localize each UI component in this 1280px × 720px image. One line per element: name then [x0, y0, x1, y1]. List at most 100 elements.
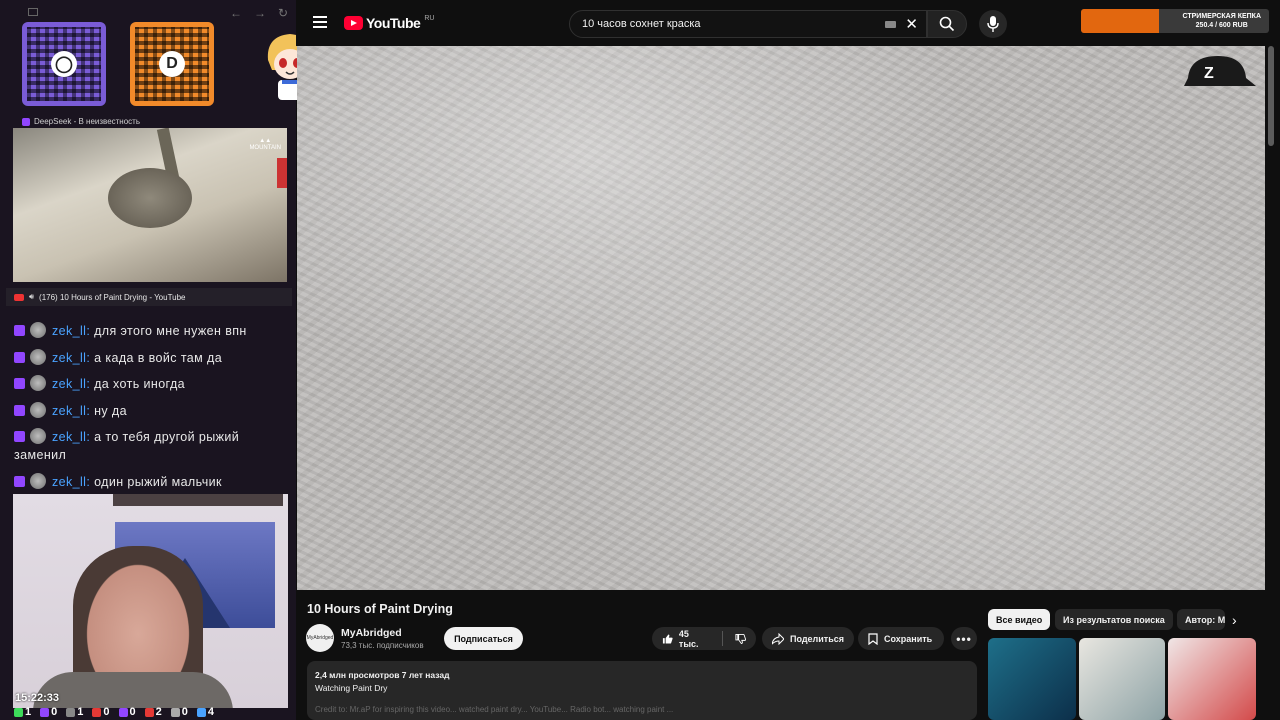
user-avatar — [30, 375, 46, 391]
chat-text: ну да — [90, 403, 127, 418]
stat-value: 1 — [25, 706, 32, 718]
user-avatar — [30, 401, 46, 418]
related-video-thumbnail[interactable] — [1168, 638, 1256, 720]
like-dislike-group: 45 тыс. — [652, 627, 756, 650]
chat-username[interactable]: zek_ll: — [52, 475, 90, 489]
video-player[interactable] — [297, 46, 1265, 590]
stat-icon — [118, 707, 128, 717]
user-avatar — [30, 472, 46, 489]
chip-all-videos[interactable]: Все видео — [988, 609, 1051, 630]
channel-name[interactable]: MyAbridged — [341, 627, 402, 639]
stat-item: 1 — [14, 706, 31, 718]
video-title: 10 Hours of Paint Drying — [307, 602, 453, 616]
qr-code-boosty: ◯ — [22, 22, 106, 106]
search-value: 10 часов сохнет краска — [582, 18, 701, 30]
svg-text:Z: Z — [1204, 65, 1214, 82]
chip-from-search[interactable]: Из результатов поиска — [1055, 609, 1173, 630]
youtube-logo[interactable]: YouTube RU — [344, 15, 434, 31]
stat-item: 0 — [92, 706, 110, 718]
donation-goal-fill — [1081, 9, 1160, 33]
chip-by-author[interactable]: Автор: MyAbridged — [1177, 609, 1225, 630]
donation-goal-bar: СТРИМЕРСКАЯ КЕПКА 250.4 / 600 RUB — [1081, 9, 1269, 33]
paint-drying-preview: ▲▲ MOUNTAIN — [13, 128, 287, 282]
webcam-feed — [13, 494, 288, 708]
stat-icon — [196, 707, 206, 717]
youtube-mini-icon — [14, 293, 24, 301]
save-button[interactable]: Сохранить — [858, 627, 944, 650]
related-video-thumbnail[interactable] — [988, 638, 1076, 720]
now-playing-bar: 🔊︎ (176) 10 Hours of Paint Drying - YouT… — [6, 288, 292, 306]
microphone-icon — [987, 16, 999, 32]
stat-item: 2 — [144, 706, 162, 718]
subscriber-badge-icon — [14, 351, 25, 363]
chat-text: один рыжий мальчик — [90, 474, 222, 489]
chat-message: zek_ll: а када в войс там да — [14, 348, 290, 367]
chat-text: для этого мне нужен впн — [90, 324, 247, 338]
chat-username[interactable]: zek_ll: — [52, 430, 90, 444]
qr-code-donationalerts: D — [130, 22, 214, 106]
mountain-logo: ▲▲ MOUNTAIN — [249, 138, 281, 151]
voice-search-button[interactable] — [979, 10, 1007, 38]
stat-icon — [92, 707, 102, 717]
stat-value: 0 — [181, 706, 188, 718]
stream-overlay-panel: ←→↻ ◯ D DeepSeek - В неизвестность ▲▲ MOU… — [0, 0, 313, 720]
chat-message: zek_ll: для этого мне нужен впн — [14, 322, 290, 340]
chevron-right-icon[interactable]: › — [1232, 612, 1237, 628]
user-avatar — [30, 322, 46, 338]
user-avatar — [30, 428, 46, 444]
share-button[interactable]: Поделиться — [762, 627, 854, 650]
chat-username[interactable]: zek_ll: — [52, 377, 90, 391]
related-video-thumbnail[interactable] — [1079, 638, 1165, 720]
subscriber-badge-icon — [14, 475, 25, 487]
youtube-play-icon — [344, 16, 363, 30]
more-actions-button[interactable]: ••• — [951, 627, 977, 650]
keyboard-icon[interactable] — [885, 21, 896, 28]
subscriber-badge-icon — [14, 378, 25, 389]
chat-message: zek_ll: а то тебя другой рыжий заменил — [14, 428, 290, 464]
chat-username[interactable]: zek_ll: — [52, 351, 90, 365]
speaker-icon: 🔊︎ — [29, 292, 35, 301]
donation-goal-progress: 250.4 / 600 RUB — [1195, 22, 1248, 29]
stat-item: 1 — [66, 706, 83, 718]
streamer-cap-image: Z — [1184, 56, 1256, 86]
bookmark-icon — [868, 632, 878, 645]
chat-username[interactable]: zek_ll: — [52, 404, 90, 418]
window-icon — [28, 8, 38, 16]
stat-icon — [66, 707, 76, 717]
qr-logo-left: ◯ — [51, 51, 77, 77]
browser-nav-icons: ←→↻ — [230, 6, 301, 20]
stat-item: 0 — [170, 706, 188, 718]
stream-clock: 15:22:33 — [15, 692, 60, 704]
screen: ←→↻ ◯ D DeepSeek - В неизвестность ▲▲ MOU… — [0, 0, 1280, 720]
chat-username[interactable]: zek_ll: — [52, 324, 90, 338]
stat-value: 1 — [77, 706, 84, 718]
subscriber-badge-icon — [14, 404, 25, 416]
chat-message: zek_ll: ну да — [14, 401, 290, 420]
search-icon — [939, 16, 955, 32]
thumbs-up-icon[interactable] — [662, 633, 673, 645]
stat-item: 0 — [118, 706, 136, 718]
stat-value: 0 — [51, 706, 58, 718]
subscriber-badge-icon — [14, 325, 25, 336]
subscribe-button[interactable]: Подписаться — [444, 627, 523, 650]
description-text: Credit to: Mr.aP for inspiring this vide… — [315, 705, 674, 714]
thumbs-down-icon[interactable] — [735, 633, 746, 645]
stat-icon — [40, 707, 50, 717]
like-count[interactable]: 45 тыс. — [679, 629, 708, 649]
source-label-text: DeepSeek - В неизвестность — [34, 117, 141, 126]
stat-value: 4 — [207, 706, 214, 718]
twitch-icon — [22, 117, 30, 126]
search-input[interactable]: 10 часов сохнет краска ✕ — [569, 10, 927, 38]
search-button[interactable] — [927, 10, 967, 38]
qr-logo-right: D — [159, 51, 185, 77]
clear-search-icon[interactable]: ✕ — [905, 15, 918, 33]
chat-text: а то тебя другой рыжий заменил — [14, 430, 240, 462]
stat-item: 4 — [196, 706, 214, 718]
stat-icon — [170, 707, 180, 717]
channel-avatar[interactable]: MyAbridged — [306, 624, 334, 652]
video-description[interactable]: 2,4 млн просмотров 7 лет назад Watching … — [307, 661, 977, 720]
page-scrollbar[interactable] — [1268, 46, 1274, 146]
floor-polisher — [108, 168, 192, 228]
stream-stats: 1 0 1 0 0 2 0 4 — [14, 706, 214, 718]
menu-icon[interactable] — [313, 16, 327, 28]
